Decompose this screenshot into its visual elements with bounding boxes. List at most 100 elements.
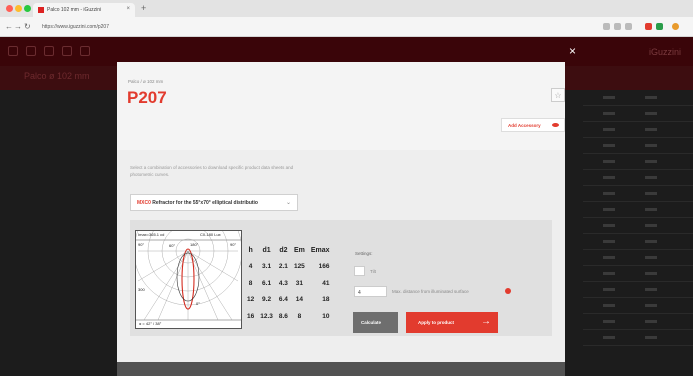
table-cell: 4.3 [278,279,288,287]
extension-icon[interactable] [625,23,632,30]
accessory-helper-text: Select a combination of accessories to d… [130,165,294,177]
table-cell: 166 [318,263,330,271]
table-row: 12 9.2 6.4 14 18 [244,292,333,309]
arrow-right-icon: → [481,316,491,327]
column-header: Emax [310,246,330,254]
table-cell: 8 [248,279,253,287]
table-cell: 2.1 [278,263,288,271]
column-header: d1 [262,246,271,254]
table-cell: 6.1 [262,279,272,287]
address-bar: ← → ↻ https://www.iguzzini.com/p207 [0,17,693,37]
photometric-calculator: Imax=365.1 cd C0-180 Lux 90° 90° 18 0° 60… [130,196,552,336]
illuminance-table: h d1 d2 Em Emax 4 3.1 2.1 125 166 8 6.1 [244,242,333,325]
calculate-label: Calculate [361,320,382,325]
modal-header: Palco / ø 102 mm P207 ☆ Add Accessory [117,62,565,150]
browser-tab-bar: Palco 102 mm - iGuzzini × + [0,0,693,17]
angle-label: 60° [169,243,176,248]
distance-input[interactable]: 4 [354,286,387,297]
url-text: https://www.iguzzini.com/p207 [42,24,109,30]
bookmark-icon[interactable] [80,46,90,56]
globe-icon[interactable] [62,46,72,56]
table-row: 4 3.1 2.1 125 166 [244,259,333,276]
extension-icon[interactable] [614,23,621,30]
calculate-button[interactable]: Calculate [353,312,398,333]
table-cell: 12 [247,296,255,304]
settings-heading: Settings: [355,251,373,256]
modal-footer [117,362,565,376]
minimize-window-button[interactable] [15,5,22,12]
column-header: Em [293,246,305,254]
table-cell: 8.6 [278,312,288,320]
back-arrow-icon[interactable]: ← [5,22,13,31]
apply-to-product-button[interactable]: Apply to product → [406,312,498,333]
list-item [583,250,693,266]
list-item [583,154,693,170]
chevron-down-icon: ⌄ [285,200,291,206]
tilt-checkbox[interactable] [354,266,365,276]
extension-icon[interactable] [656,23,663,30]
table-cell: 9.2 [262,296,272,304]
list-item [583,90,693,106]
list-item [583,218,693,234]
breadcrumb[interactable]: Palco / ø 102 mm [128,79,163,84]
distance-label: Max. distance from illuminated surface [392,289,469,294]
close-tab-icon[interactable]: × [126,6,130,12]
table-cell: 4 [248,263,253,271]
list-item [583,266,693,282]
profile-icon[interactable] [672,23,679,30]
table-cell: 18 [322,296,330,304]
forward-arrow-icon[interactable]: → [14,22,22,31]
curve-label: C0-180 Lux [200,232,221,237]
eye-icon [552,123,559,127]
polar-curve-diagram: Imax=365.1 cd C0-180 Lux 90° 90° 180° 60… [133,196,243,329]
extension-icon[interactable] [645,23,652,30]
accessory-label: Refractor for the 55°x70° elliptical dis… [152,200,258,206]
angle-label: 90° [138,242,145,247]
favorite-star-icon[interactable]: ☆ [551,88,565,102]
angle-label: 90° [230,242,237,247]
list-item [583,138,693,154]
add-accessory-button[interactable]: Add Accessory [501,118,565,132]
distance-value: 4 [358,290,361,296]
extension-icon[interactable] [603,23,610,30]
list-item [583,186,693,202]
menu-icon[interactable] [8,46,18,56]
product-modal: Palco / ø 102 mm P207 ☆ Add Accessory Se… [117,62,565,376]
maximize-window-button[interactable] [24,5,31,12]
table-cell: 16 [247,312,255,320]
list-item [583,202,693,218]
accessory-code: MXC0 [137,200,151,206]
list-item [583,330,693,346]
brand-logo[interactable]: iGuzzini [649,47,681,57]
table-cell: 8 [297,312,302,320]
table-cell: 14 [295,296,303,304]
search-icon[interactable] [26,46,36,56]
close-window-button[interactable] [6,5,13,12]
add-accessory-label: Add Accessory [508,123,541,128]
url-field[interactable]: https://www.iguzzini.com/p207 [36,21,596,33]
table-cell: 41 [322,279,330,287]
table-cell: 125 [293,263,305,271]
list-item [583,122,693,138]
imax-label: Imax=365.1 cd [138,232,165,237]
column-header: h [248,246,253,254]
close-modal-icon[interactable]: × [569,44,576,58]
info-icon[interactable] [505,288,511,294]
apply-label: Apply to product [418,320,454,325]
table-cell: 3.1 [262,263,272,271]
reload-icon[interactable]: ↻ [24,22,31,31]
angle-label: 0° [196,301,200,306]
table-header-row: h d1 d2 Em Emax [244,242,333,259]
table-row: 8 6.1 4.3 31 41 [244,275,333,292]
accessory-select[interactable]: MXC0 Refractor for the 55°x70° elliptica… [130,194,298,211]
list-item [583,282,693,298]
intensity-label: 300 [138,287,145,292]
table-cell: 31 [295,279,303,287]
user-icon[interactable] [44,46,54,56]
tab-title: Palco 102 mm - iGuzzini [47,7,102,13]
page-heading: Palco ø 102 mm [24,71,90,81]
new-tab-button[interactable]: + [141,3,146,13]
browser-tab[interactable]: Palco 102 mm - iGuzzini × [33,3,135,17]
column-header: d2 [279,246,288,254]
polar-curve-graphic [133,196,243,321]
